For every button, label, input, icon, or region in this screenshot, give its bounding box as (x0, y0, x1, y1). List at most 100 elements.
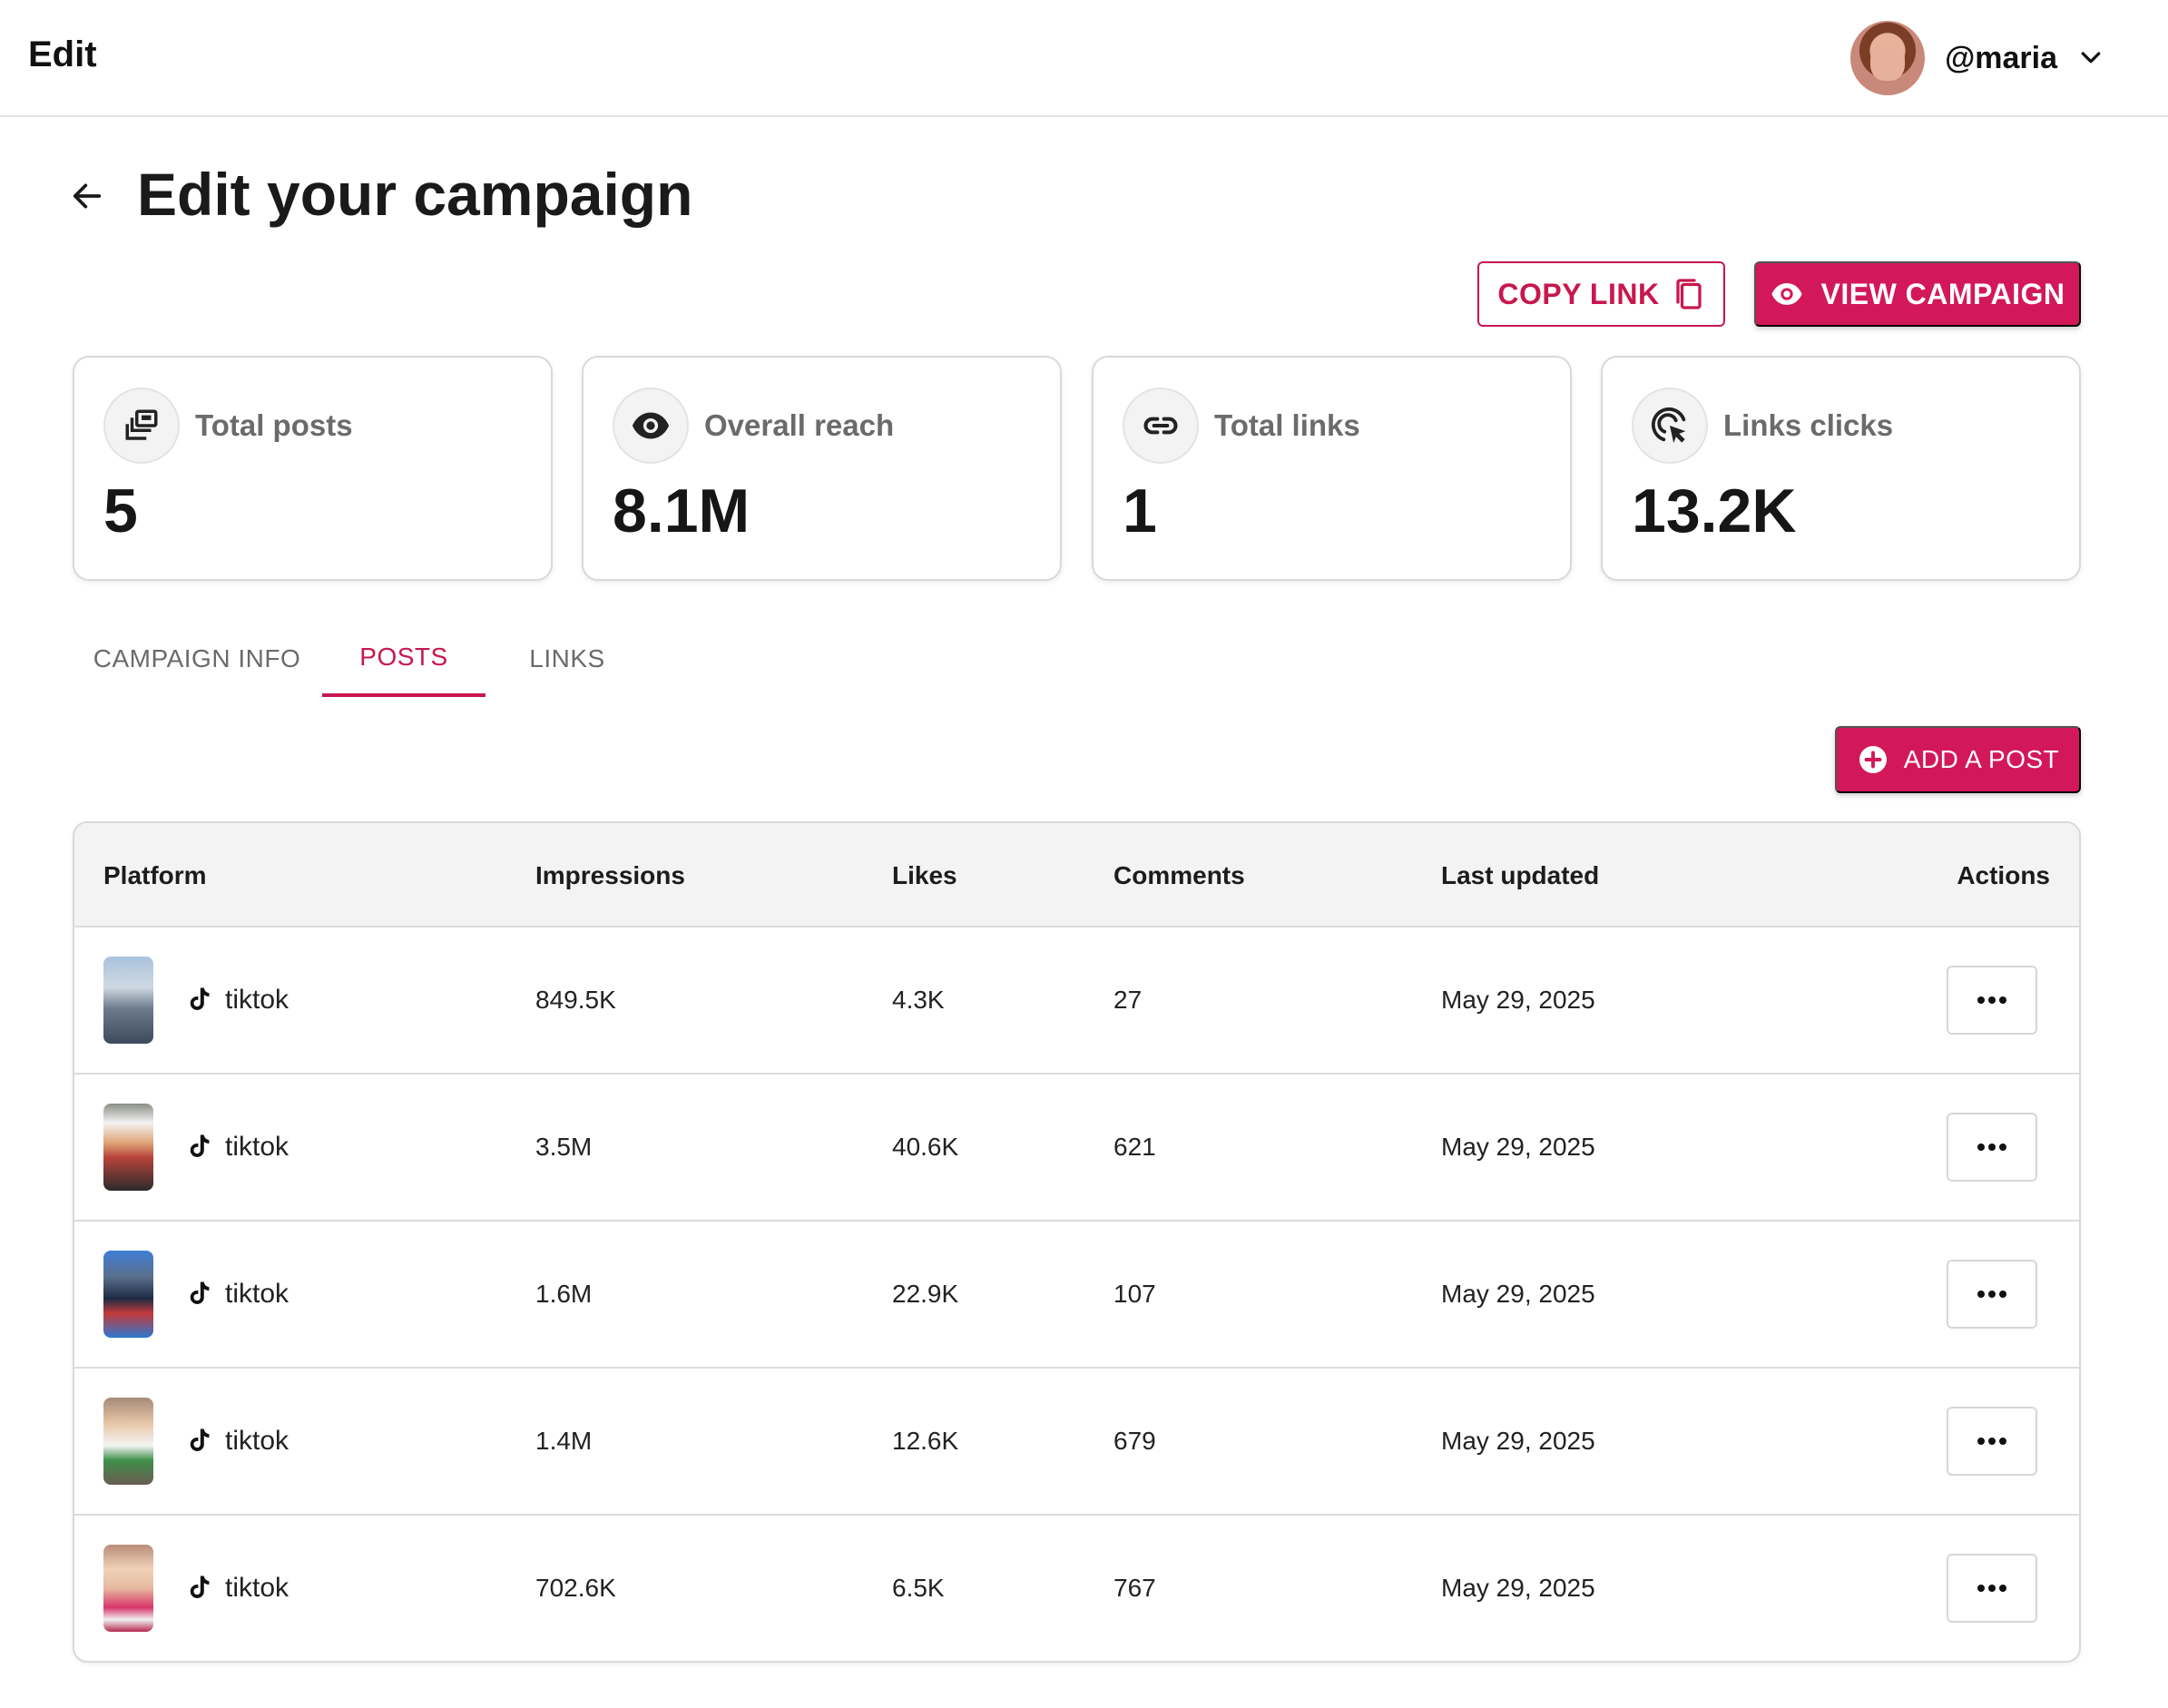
tiktok-icon (190, 1281, 210, 1304)
username: @maria (1945, 40, 2057, 75)
post-thumbnail[interactable] (103, 1398, 153, 1485)
last-updated-cell: May 29, 2025 (1441, 1574, 1595, 1602)
more-actions-button[interactable] (1947, 1407, 2037, 1476)
add-post-label: ADD A POST (1903, 745, 2060, 773)
stat-value: 8.1M (613, 476, 750, 545)
table-row[interactable]: tiktok 3.5M 40.6K 621 May 29, 2025 (74, 1075, 2079, 1222)
posts-icon (103, 388, 180, 464)
comments-cell: 621 (1113, 1133, 1156, 1161)
tab-posts[interactable]: POSTS (322, 621, 486, 697)
column-header-actions: Actions (1957, 860, 2050, 889)
platform-name: tiktok (225, 1426, 289, 1456)
tab-campaign-info[interactable]: CAMPAIGN INFO (73, 621, 321, 697)
more-horizontal-icon (1977, 1291, 2006, 1298)
table-row[interactable]: tiktok 1.4M 12.6K 679 May 29, 2025 (74, 1369, 2079, 1516)
post-thumbnail[interactable] (103, 1251, 153, 1338)
more-horizontal-icon (1977, 996, 2006, 1004)
avatar (1850, 21, 1926, 95)
arrow-left-icon (73, 183, 102, 209)
stat-value: 13.2K (1632, 476, 1797, 545)
table-header: Platform Impressions Likes Comments Last… (74, 823, 2079, 928)
column-header-likes: Likes (892, 860, 957, 889)
likes-cell: 6.5K (892, 1574, 945, 1602)
comments-cell: 27 (1113, 986, 1143, 1014)
click-icon (1632, 388, 1708, 464)
stat-label: Overall reach (704, 408, 895, 442)
column-header-last-updated: Last updated (1441, 860, 1600, 889)
more-actions-button[interactable] (1947, 1113, 2037, 1182)
column-header-platform: Platform (103, 860, 207, 889)
platform-name: tiktok (225, 1132, 289, 1162)
tiktok-icon (190, 1134, 210, 1157)
copy-link-button[interactable]: COPY LINK (1477, 261, 1725, 327)
tiktok-icon (190, 1575, 210, 1598)
copy-link-label: COPY LINK (1497, 277, 1660, 310)
stat-label: Total links (1214, 408, 1360, 442)
comments-cell: 767 (1113, 1574, 1156, 1602)
platform-name: tiktok (225, 1279, 289, 1309)
impressions-cell: 3.5M (535, 1133, 593, 1161)
back-button[interactable] (65, 174, 109, 218)
stat-value: 5 (103, 476, 138, 545)
page-title: Edit your campaign (137, 161, 693, 228)
stat-label: Total posts (195, 408, 353, 442)
posts-table: Platform Impressions Likes Comments Last… (73, 821, 2081, 1663)
stat-label: Links clicks (1723, 408, 1894, 442)
more-horizontal-icon (1977, 1438, 2006, 1445)
top-bar: Edit @maria (0, 0, 2168, 117)
platform-name: tiktok (225, 1573, 289, 1603)
view-campaign-button[interactable]: VIEW CAMPAIGN (1754, 261, 2081, 327)
last-updated-cell: May 29, 2025 (1441, 986, 1595, 1014)
copy-icon (1675, 279, 1702, 309)
column-header-comments: Comments (1113, 860, 1245, 889)
last-updated-cell: May 29, 2025 (1441, 1427, 1595, 1455)
more-actions-button[interactable] (1947, 1554, 2037, 1623)
stat-card-total-links: Total links 1 (1092, 356, 1572, 581)
platform-cell: tiktok (185, 928, 289, 1073)
table-row[interactable]: tiktok 849.5K 4.3K 27 May 29, 2025 (74, 928, 2079, 1075)
platform-name: tiktok (225, 985, 289, 1015)
tab-links[interactable]: LINKS (486, 621, 649, 697)
user-menu[interactable]: @maria (1850, 20, 2104, 96)
stat-card-links-clicks: Links clicks 13.2K (1601, 356, 2081, 581)
platform-cell: tiktok (185, 1222, 289, 1367)
post-thumbnail[interactable] (103, 1545, 153, 1632)
impressions-cell: 1.6M (535, 1280, 593, 1308)
more-actions-button[interactable] (1947, 1260, 2037, 1329)
likes-cell: 12.6K (892, 1427, 959, 1455)
impressions-cell: 702.6K (535, 1574, 616, 1602)
platform-cell: tiktok (185, 1369, 289, 1514)
platform-cell: tiktok (185, 1516, 289, 1661)
stat-card-total-posts: Total posts 5 (73, 356, 553, 581)
impressions-cell: 1.4M (535, 1427, 593, 1455)
more-horizontal-icon (1977, 1144, 2006, 1151)
table-row[interactable]: tiktok 702.6K 6.5K 767 May 29, 2025 (74, 1516, 2079, 1661)
add-post-button[interactable]: ADD A POST (1835, 726, 2081, 793)
post-thumbnail[interactable] (103, 957, 153, 1044)
top-bar-title: Edit (28, 34, 97, 74)
table-row[interactable]: tiktok 1.6M 22.9K 107 May 29, 2025 (74, 1222, 2079, 1369)
column-header-impressions: Impressions (535, 860, 685, 889)
stat-value: 1 (1123, 476, 1157, 545)
last-updated-cell: May 29, 2025 (1441, 1133, 1595, 1161)
stat-card-overall-reach: Overall reach 8.1M (582, 356, 1062, 581)
last-updated-cell: May 29, 2025 (1441, 1280, 1595, 1308)
likes-cell: 4.3K (892, 986, 945, 1014)
likes-cell: 40.6K (892, 1133, 959, 1161)
more-actions-button[interactable] (1947, 966, 2037, 1035)
impressions-cell: 849.5K (535, 986, 616, 1014)
comments-cell: 107 (1113, 1280, 1156, 1308)
eye-icon (1771, 283, 1803, 305)
post-thumbnail[interactable] (103, 1104, 153, 1191)
chevron-down-icon[interactable] (2077, 44, 2104, 72)
platform-cell: tiktok (185, 1075, 289, 1220)
comments-cell: 679 (1113, 1427, 1156, 1455)
tiktok-icon (190, 1428, 210, 1451)
view-campaign-label: VIEW CAMPAIGN (1820, 277, 2065, 310)
likes-cell: 22.9K (892, 1280, 959, 1308)
eye-icon (613, 388, 689, 464)
link-icon (1123, 388, 1199, 464)
more-horizontal-icon (1977, 1585, 2006, 1592)
tiktok-icon (190, 987, 210, 1010)
add-circle-icon (1859, 746, 1887, 773)
